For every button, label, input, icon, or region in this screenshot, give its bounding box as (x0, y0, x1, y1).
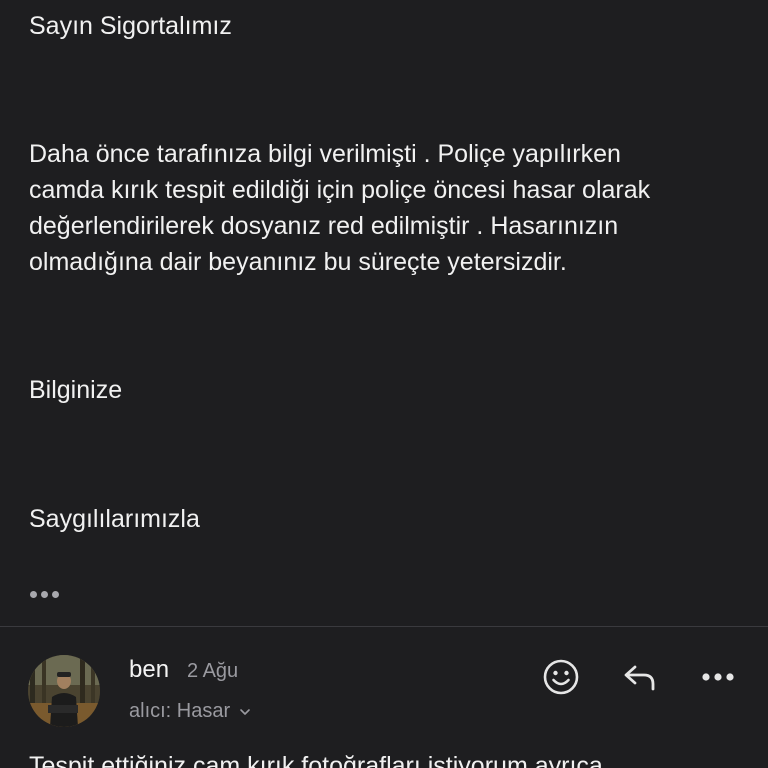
message-paragraph-line: değerlendirilerek dosyanız red edilmişti… (29, 212, 619, 240)
avatar[interactable] (28, 655, 100, 727)
ellipsis-dot (41, 590, 48, 598)
message-greeting: Sayın Sigortalımız (29, 12, 232, 40)
ellipsis-dot (52, 590, 59, 598)
message-info: Bilginize (29, 376, 123, 404)
chevron-down-icon (240, 708, 250, 715)
recipient-toggle[interactable]: alıcı: Hasar (129, 700, 252, 723)
reply-icon-graphic (624, 665, 655, 691)
message-paragraph-line: camda kırık tespit edildiği için poliçe … (29, 176, 651, 204)
ellipsis-dot (30, 590, 37, 598)
ellipsis-icon[interactable] (30, 587, 64, 601)
recipient-label: alıcı: Hasar (129, 700, 231, 722)
avatar-photo (28, 655, 100, 727)
sender-name: ben (129, 656, 170, 683)
more-horizontal-icon[interactable] (700, 668, 736, 686)
reply-preview-line: Tespit ettiğiniz cam kırık fotoğrafları … (29, 752, 603, 768)
message-paragraph-line: Daha önce tarafınıza bilgi verilmişti . … (29, 140, 621, 168)
message-closing: Saygılılarımızla (29, 505, 200, 533)
message-paragraph-line: olmadığına dair beyanınız bu süreçte yet… (29, 248, 567, 276)
message-divider (0, 626, 768, 627)
email-thread-view: Sayın Sigortalımız Daha önce tarafınıza … (0, 0, 768, 768)
reply-icon[interactable] (620, 659, 660, 695)
message-date: 2 Ağu (187, 660, 239, 682)
smiley-icon-graphic (543, 659, 579, 695)
smiley-icon[interactable] (541, 657, 581, 697)
more-horizontal-icon-graphic (702, 673, 734, 681)
